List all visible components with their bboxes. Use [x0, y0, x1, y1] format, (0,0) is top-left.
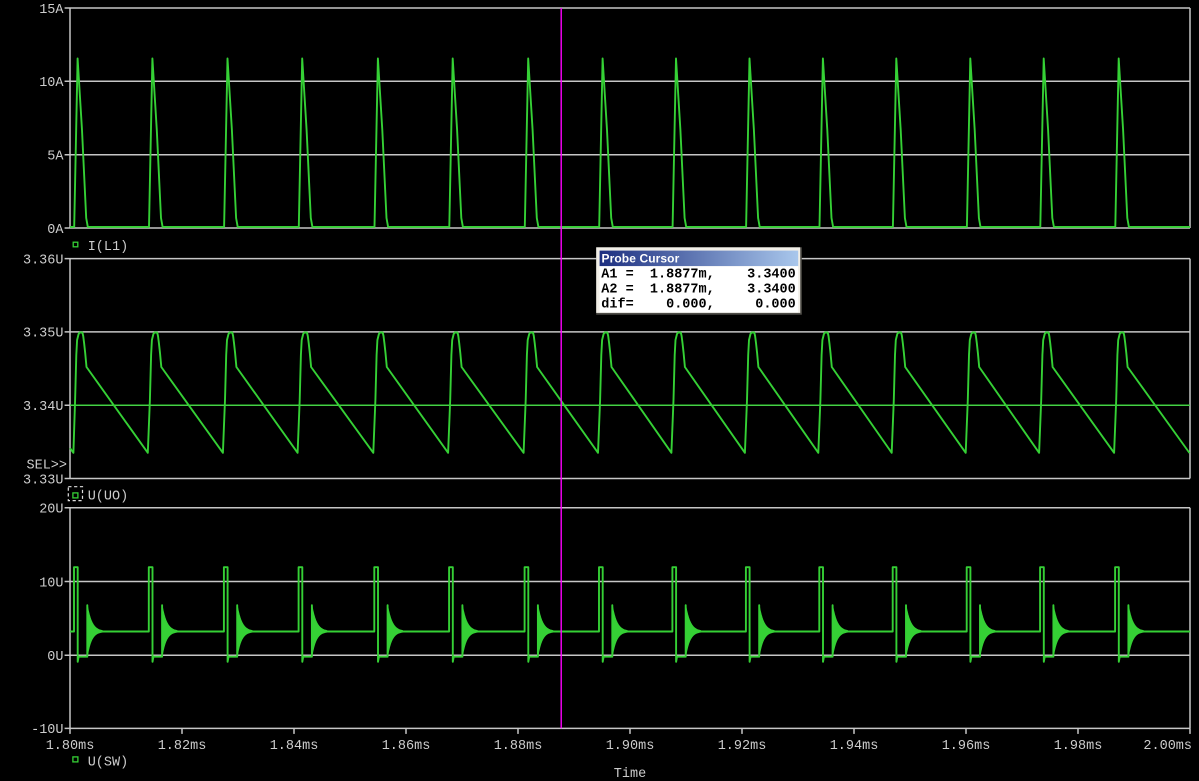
svg-text:1.82ms: 1.82ms — [158, 739, 207, 754]
svg-text:1.96ms: 1.96ms — [942, 739, 991, 754]
svg-text:1.88ms: 1.88ms — [494, 739, 543, 754]
svg-text:5A: 5A — [47, 150, 64, 165]
svg-text:10U: 10U — [39, 576, 63, 591]
svg-text:15A: 15A — [39, 3, 64, 18]
svg-text:dif= 0.000, 0.000: dif= 0.000, 0.000 — [601, 298, 795, 313]
svg-text:SEL>>: SEL>> — [27, 458, 68, 473]
svg-text:U(UO): U(UO) — [88, 490, 129, 505]
svg-text:3.36U: 3.36U — [23, 253, 64, 268]
svg-text:A2 = 1.8877m, 3.3400: A2 = 1.8877m, 3.3400 — [601, 282, 795, 297]
svg-text:3.33U: 3.33U — [23, 473, 64, 488]
svg-text:-10U: -10U — [31, 723, 63, 738]
svg-text:1.80ms: 1.80ms — [46, 739, 95, 754]
svg-text:20U: 20U — [39, 503, 63, 518]
svg-text:1.90ms: 1.90ms — [606, 739, 655, 754]
svg-text:10A: 10A — [39, 76, 64, 91]
svg-text:Time: Time — [614, 767, 646, 781]
svg-text:1.94ms: 1.94ms — [830, 739, 879, 754]
svg-text:0U: 0U — [47, 650, 63, 665]
svg-text:1.92ms: 1.92ms — [718, 739, 767, 754]
svg-text:1.84ms: 1.84ms — [270, 739, 319, 754]
svg-text:A1 = 1.8877m, 3.3400: A1 = 1.8877m, 3.3400 — [601, 267, 795, 282]
svg-text:3.35U: 3.35U — [23, 327, 64, 342]
svg-text:1.86ms: 1.86ms — [382, 739, 431, 754]
svg-text:0A: 0A — [47, 223, 64, 238]
svg-text:3.34U: 3.34U — [23, 400, 64, 415]
svg-text:Probe Cursor: Probe Cursor — [602, 252, 680, 266]
svg-text:2.00ms: 2.00ms — [1143, 739, 1192, 754]
svg-text:I(L1): I(L1) — [88, 240, 129, 255]
svg-text:1.98ms: 1.98ms — [1054, 739, 1103, 754]
svg-text:U(SW): U(SW) — [88, 755, 129, 770]
